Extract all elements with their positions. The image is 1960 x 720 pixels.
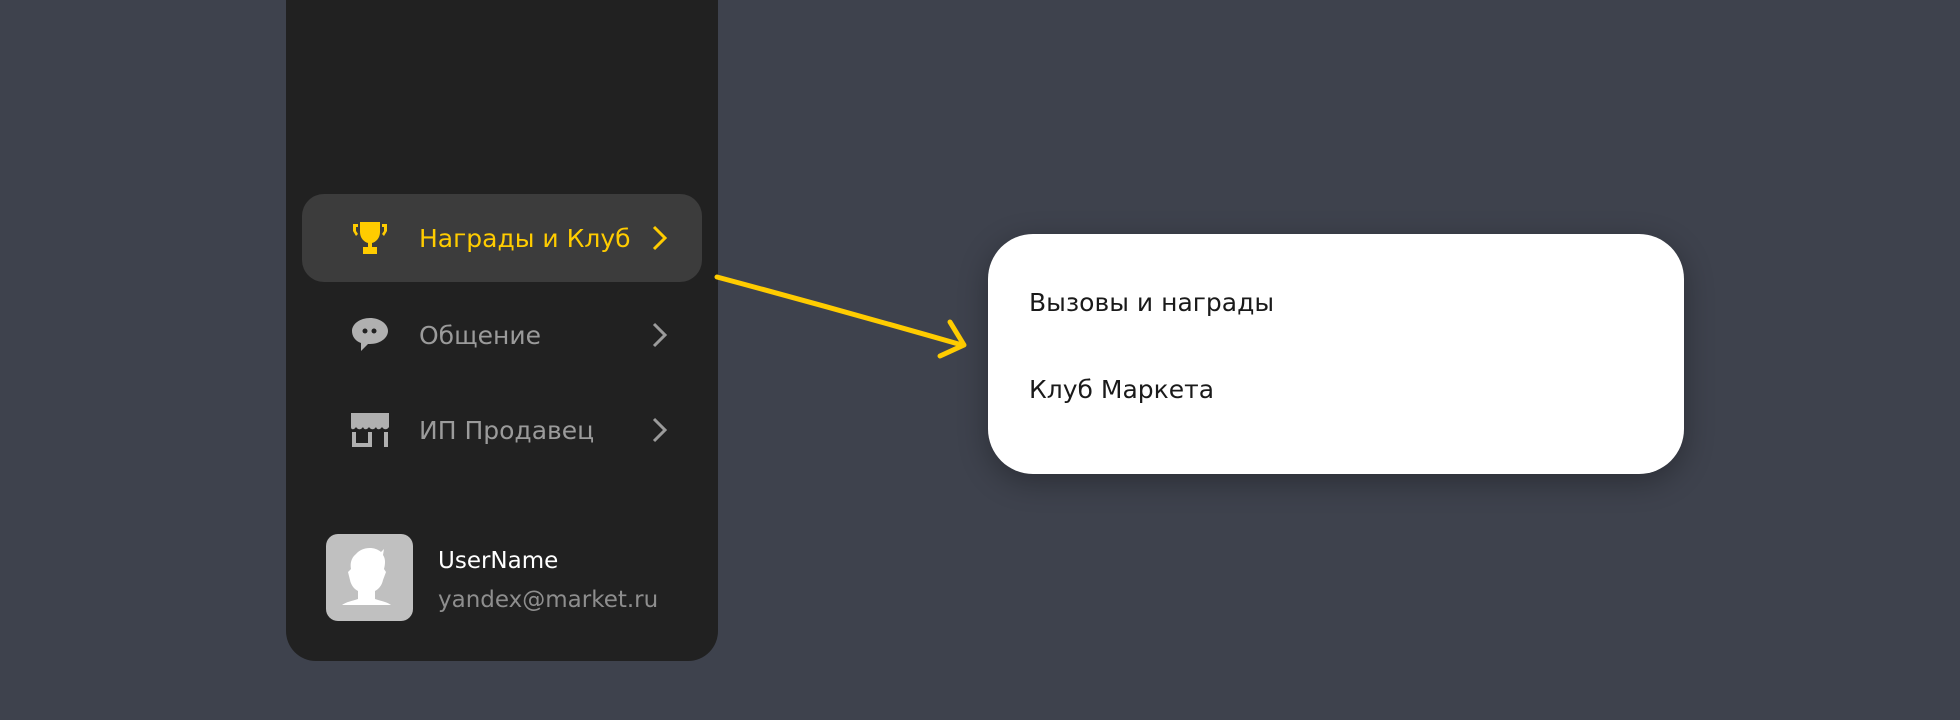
submenu-popup: Вызовы и награды Клуб Маркета [988, 234, 1684, 474]
submenu-item-market-club[interactable]: Клуб Маркета [1029, 375, 1214, 404]
submenu-item-challenges-rewards[interactable]: Вызовы и награды [1029, 288, 1274, 317]
